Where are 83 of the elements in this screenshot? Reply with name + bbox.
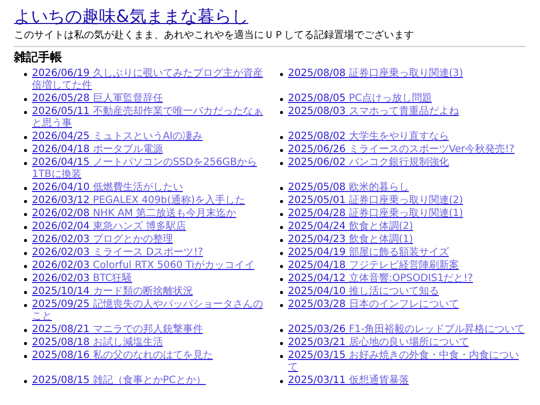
- post-link[interactable]: 2025/08/15 雑記（食事とかPCとか）: [32, 375, 206, 387]
- post-link[interactable]: 2026/03/12 PEGALEX 409b(通称)を入手した: [32, 195, 245, 207]
- post-link[interactable]: 2025/04/24 飲食と体調(2): [288, 221, 413, 233]
- bullet-icon: [24, 355, 27, 358]
- bullet-icon: [280, 226, 283, 229]
- bullet-icon: [280, 149, 283, 152]
- bullet-icon: [280, 278, 283, 281]
- post-link[interactable]: 2026/02/03 BTC狂騒: [32, 273, 132, 285]
- post-link[interactable]: 2025/03/11 仮想通貨暴落: [288, 375, 409, 387]
- post-link[interactable]: 2025/08/08 証券口座乗っ取り関連(3): [288, 68, 463, 80]
- post-link[interactable]: 2025/03/15 お好み焼きの外食・中食・内食について: [288, 350, 526, 374]
- post-link[interactable]: 2025/05/08 欧米的暮らし: [288, 182, 409, 194]
- post-link[interactable]: 2025/03/21 居心地の良い場所について: [288, 337, 469, 349]
- post-link[interactable]: 2025/04/18 フジテレビ経営陣刷新案: [288, 260, 459, 272]
- bullet-icon: [24, 380, 27, 383]
- bullet-icon: [24, 136, 27, 139]
- post-link[interactable]: 2025/08/05 PC点けっ放し問題: [288, 93, 432, 105]
- post-link[interactable]: 2025/03/28 日本のインフレについて: [288, 299, 459, 311]
- bullet-icon: [24, 111, 27, 114]
- bullet-icon: [24, 226, 27, 229]
- bullet-icon: [280, 111, 283, 114]
- bullet-icon: [280, 252, 283, 255]
- post-link[interactable]: 2026/02/03 ミライース Dスポーツ!?: [32, 247, 204, 259]
- post-link[interactable]: 2026/04/10 低燃費生活がしたい: [32, 182, 183, 194]
- post-link[interactable]: 2025/08/03 スマホって貴重品だよね: [288, 106, 459, 118]
- bullet-icon: [280, 304, 283, 307]
- bullet-icon: [280, 265, 283, 268]
- bullet-icon: [280, 329, 283, 332]
- section-heading: 雑記手帳: [14, 50, 63, 64]
- post-link[interactable]: 2025/08/21 マニラでの邦人銃撃事件: [32, 324, 203, 336]
- bullet-icon: [24, 98, 27, 101]
- post-link[interactable]: 2026/05/28 巨人軍監督辞任: [32, 93, 163, 105]
- post-link[interactable]: 2025/06/02 バンコク銀行規制強化: [288, 157, 449, 169]
- post-link[interactable]: 2025/05/01 証券口座乗っ取り関連(2): [288, 195, 463, 207]
- bullet-icon: [280, 380, 283, 383]
- bullet-icon: [280, 73, 283, 76]
- bullet-icon: [24, 291, 27, 294]
- post-link[interactable]: 2025/08/18 お試し減塩生活: [32, 337, 163, 349]
- post-link[interactable]: 2026/02/03 ブログとかの整理: [32, 234, 173, 246]
- post-link[interactable]: 2025/04/12 立体音響:OPSODIS1だと!?: [288, 273, 473, 285]
- post-link[interactable]: 2026/04/15 ノートパソコンのSSDを256GBから1TBに換装: [32, 157, 270, 181]
- bullet-icon: [280, 355, 283, 358]
- post-link[interactable]: 2025/04/23 飲食と体調(1): [288, 234, 413, 246]
- site-tagline: このサイトは私の気が赴くまま、あれやこれやを適当にＵＰしてる記録置場でございます: [14, 30, 415, 42]
- bullet-icon: [24, 200, 27, 203]
- post-link[interactable]: 2026/02/08 NHK AM 第二放送も今月末迄か: [32, 208, 236, 220]
- bullet-icon: [24, 342, 27, 345]
- bullet-icon: [24, 162, 27, 165]
- bullet-icon: [280, 239, 283, 242]
- bullet-icon: [280, 136, 283, 139]
- post-link[interactable]: 2025/03/26 F1-角田裕毅のレッドブル昇格について: [288, 324, 525, 336]
- bullet-icon: [24, 149, 27, 152]
- site-title-link[interactable]: よいちの趣味&気ままな暮らし: [14, 6, 248, 28]
- post-link[interactable]: 2025/08/16 私の父のなれのはてを見た: [32, 350, 213, 362]
- post-link[interactable]: 2026/04/25 ミュトスというAIの凄み: [32, 131, 203, 143]
- post-link[interactable]: 2025/06/26 ミライースのスポーツVer今秋発売!?: [288, 144, 514, 156]
- bullet-icon: [24, 278, 27, 281]
- bullet-icon: [24, 265, 27, 268]
- post-link[interactable]: 2025/04/19 部屋に飾る額装サイズ: [288, 247, 449, 259]
- bullet-icon: [280, 342, 283, 345]
- post-link[interactable]: 2025/04/28 証券口座乗っ取り関連(1): [288, 208, 463, 220]
- bullet-icon: [280, 213, 283, 216]
- bullet-icon: [24, 73, 27, 76]
- post-link[interactable]: 2026/02/04 東急ハンズ 博多駅店: [32, 221, 186, 233]
- bullet-icon: [24, 239, 27, 242]
- bullet-icon: [24, 252, 27, 255]
- bullet-icon: [280, 187, 283, 190]
- bullet-icon: [280, 162, 283, 165]
- post-link[interactable]: 2026/04/18 ポータブル電源: [32, 144, 163, 156]
- bullet-icon: [280, 200, 283, 203]
- bullet-icon: [24, 213, 27, 216]
- bullet-icon: [280, 98, 283, 101]
- post-link[interactable]: 2025/08/02 大学生をやり直すなら: [288, 131, 449, 143]
- post-link[interactable]: 2026/02/03 Colorful RTX 5060 Tiがカッコイイ: [32, 260, 254, 272]
- bullet-icon: [24, 187, 27, 190]
- post-link[interactable]: 2025/09/25 記憶喪失の人やパッパショータさんのこと: [32, 299, 270, 323]
- post-link[interactable]: 2026/05/11 不動産売却作業で唯一バカだったなぁと思う事: [32, 106, 270, 130]
- bullet-icon: [280, 291, 283, 294]
- post-link[interactable]: 2025/04/10 推し活について知る: [288, 286, 439, 298]
- post-link[interactable]: 2025/10/14 カード類の断捨離状況: [32, 286, 193, 298]
- post-link[interactable]: 2026/06/19 久しぶりに覗いてみたブログ主が資産倍増してた件: [32, 68, 270, 92]
- bullet-icon: [24, 304, 27, 307]
- bullet-icon: [24, 329, 27, 332]
